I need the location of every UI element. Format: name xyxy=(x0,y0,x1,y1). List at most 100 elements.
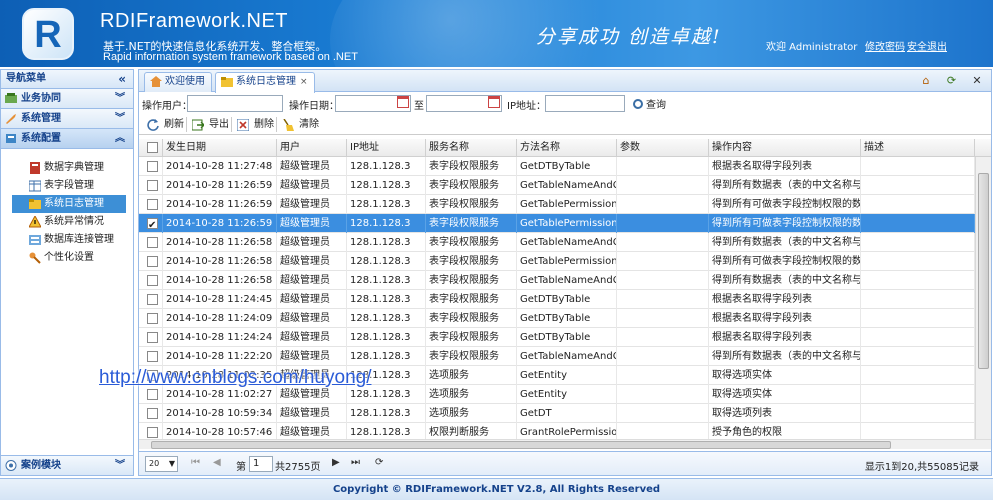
scroll-thumb[interactable] xyxy=(151,441,891,449)
tree-item-personalization[interactable]: 个性化设置 xyxy=(29,249,133,267)
table-row[interactable]: 2014-10-28 11:26:59超级管理员128.1.128.3表字段权限… xyxy=(139,214,975,233)
tree-item-db-connection[interactable]: 数据库连接管理 xyxy=(29,231,133,249)
to-label: 至 xyxy=(414,101,424,112)
table-cell: 表字段权限服务 xyxy=(426,176,517,195)
col-header[interactable]: 用户 xyxy=(277,139,347,157)
nav-section-system-config[interactable]: 系统配置 ︽ xyxy=(1,129,133,149)
col-header[interactable]: IP地址 xyxy=(347,139,426,157)
col-header[interactable]: 参数 xyxy=(617,139,709,157)
row-checkbox-cell xyxy=(139,309,163,328)
row-checkbox[interactable] xyxy=(147,294,158,305)
scroll-thumb[interactable] xyxy=(978,173,989,369)
table-cell: 表字段权限服务 xyxy=(426,328,517,347)
table-cell xyxy=(861,404,975,423)
horizontal-scrollbar[interactable] xyxy=(139,439,991,449)
table-cell xyxy=(861,157,975,176)
table-cell xyxy=(861,309,975,328)
row-checkbox[interactable] xyxy=(147,256,158,267)
row-checkbox[interactable] xyxy=(147,237,158,248)
row-checkbox[interactable] xyxy=(147,427,158,438)
table-cell: 选项服务 xyxy=(426,366,517,385)
tab-welcome[interactable]: 欢迎使用 xyxy=(144,72,212,92)
page-size-select[interactable]: 20 ▼ xyxy=(145,456,178,472)
refresh-button[interactable]: 刷新 xyxy=(147,117,184,133)
table-row[interactable]: 2014-10-28 11:26:58 超级管理员 128.1.128.3 表字段权限… xyxy=(139,252,975,271)
calendar-icon[interactable] xyxy=(397,96,409,108)
table-row[interactable]: 2014-10-28 11:24:24 超级管理员 128.1.128.3 表字段权限… xyxy=(139,328,975,347)
tree-item-table-fields[interactable]: 表字段管理 xyxy=(29,177,133,195)
table-row[interactable]: 2014-10-28 11:26:59超级管理员128.1.128.3表字段权限… xyxy=(139,176,975,195)
table-cell: GetDTByTable xyxy=(517,309,617,328)
table-cell: 2014-10-28 11:26:59 xyxy=(163,176,277,195)
query-button[interactable]: 查询 xyxy=(633,96,666,111)
tree-item-dictionary[interactable]: 数据字典管理 xyxy=(29,159,133,177)
export-button[interactable]: 导出 xyxy=(192,117,229,133)
log-grid: 发生日期 用户 IP地址 服务名称 方法名称 参数 操作内容 描述 2014-1… xyxy=(139,139,991,439)
last-page-button[interactable]: ⏭ xyxy=(351,457,360,468)
first-page-button[interactable]: ⏮ xyxy=(191,457,200,468)
close-icon[interactable]: × xyxy=(300,77,308,87)
reload-icon[interactable]: ⟳ xyxy=(375,457,383,468)
row-checkbox[interactable] xyxy=(147,216,158,233)
table-row[interactable]: 2014-10-28 11:22:20 超级管理员 128.1.128.3 表字段权限… xyxy=(139,347,975,366)
row-checkbox-cell xyxy=(139,176,163,195)
table-row[interactable]: 2014-10-28 11:24:09 超级管理员 128.1.128.3 表字段权限… xyxy=(139,309,975,328)
vertical-scrollbar[interactable] xyxy=(975,157,991,439)
calendar-icon[interactable] xyxy=(488,96,500,108)
nav-section-case[interactable]: 案例模块 ︾ xyxy=(1,455,133,475)
table-row[interactable]: 2014-10-28 11:26:58 超级管理员 128.1.128.3 表字段权限… xyxy=(139,233,975,252)
page-number-input[interactable]: 1 xyxy=(249,456,273,472)
table-cell: 超级管理员 xyxy=(277,328,347,347)
tree-item-system-log[interactable]: 系统日志管理 xyxy=(12,195,126,213)
table-cell: 128.1.128.3 xyxy=(347,214,426,233)
col-header[interactable]: 描述 xyxy=(861,139,975,157)
row-checkbox[interactable] xyxy=(147,161,158,172)
close-icon[interactable]: ✕ xyxy=(969,73,985,89)
table-cell xyxy=(861,271,975,290)
table-cell: 选项服务 xyxy=(426,385,517,404)
row-checkbox[interactable] xyxy=(147,180,158,191)
col-header[interactable]: 操作内容 xyxy=(709,139,861,157)
col-header[interactable]: 发生日期 xyxy=(163,139,277,157)
row-checkbox[interactable] xyxy=(147,275,158,286)
row-checkbox[interactable] xyxy=(147,332,158,343)
logout-link[interactable]: 安全退出 xyxy=(907,38,947,53)
col-header[interactable]: 服务名称 xyxy=(426,139,517,157)
table-cell: 超级管理员 xyxy=(277,214,347,233)
nav-section-system-management[interactable]: 系统管理 ︾ xyxy=(1,109,133,129)
prev-page-button[interactable]: ◀ xyxy=(213,457,221,468)
table-row[interactable]: 2014-10-28 11:26:59超级管理员128.1.128.3表字段权限… xyxy=(139,195,975,214)
table-cell: 128.1.128.3 xyxy=(347,252,426,271)
table-cell: 128.1.128.3 xyxy=(347,423,426,439)
row-checkbox[interactable] xyxy=(147,408,158,419)
delete-button[interactable]: 删除 xyxy=(237,117,274,133)
table-cell: GetTableNameAndC xyxy=(517,271,617,290)
table-row[interactable]: 2014-10-28 10:57:46 超级管理员 128.1.128.3 权限判断服… xyxy=(139,423,975,439)
table-row[interactable]: 2014-10-28 11:24:45 超级管理员 128.1.128.3 表字段权限… xyxy=(139,290,975,309)
change-password-link[interactable]: 修改密码 xyxy=(865,38,905,53)
ip-input[interactable] xyxy=(545,95,625,112)
refresh-icon[interactable]: ⟳ xyxy=(944,73,960,89)
brand-title: RDIFramework.NET xyxy=(100,10,289,32)
row-checkbox[interactable] xyxy=(147,351,158,362)
nav-section-cooperation[interactable]: 业务协同 ︾ xyxy=(1,89,133,109)
table-cell xyxy=(861,423,975,439)
select-all-checkbox[interactable] xyxy=(147,142,158,153)
tree-item-exceptions[interactable]: 系统异常情况 xyxy=(29,213,133,231)
next-page-button[interactable]: ▶ xyxy=(332,457,340,468)
row-checkbox-cell xyxy=(139,404,163,423)
row-checkbox[interactable] xyxy=(147,389,158,400)
row-checkbox[interactable] xyxy=(147,313,158,324)
table-row[interactable]: 2014-10-28 11:27:48 超级管理员 128.1.128.3 表字段权限… xyxy=(139,157,975,176)
tab-system-log[interactable]: 系统日志管理 × xyxy=(215,72,315,93)
home-icon xyxy=(150,76,162,87)
dictionary-icon xyxy=(30,162,40,174)
col-header[interactable]: 方法名称 xyxy=(517,139,617,157)
collapse-icon[interactable]: « xyxy=(118,70,126,88)
clear-button[interactable]: 清除 xyxy=(282,117,319,133)
table-row[interactable]: 2014-10-28 11:26:58 超级管理员 128.1.128.3 表字段权限… xyxy=(139,271,975,290)
table-row[interactable]: 2014-10-28 10:59:34 超级管理员 128.1.128.3 选项服务 G… xyxy=(139,404,975,423)
row-checkbox[interactable] xyxy=(147,199,158,210)
home-icon[interactable]: ⌂ xyxy=(918,73,934,89)
operator-input[interactable] xyxy=(187,95,283,112)
